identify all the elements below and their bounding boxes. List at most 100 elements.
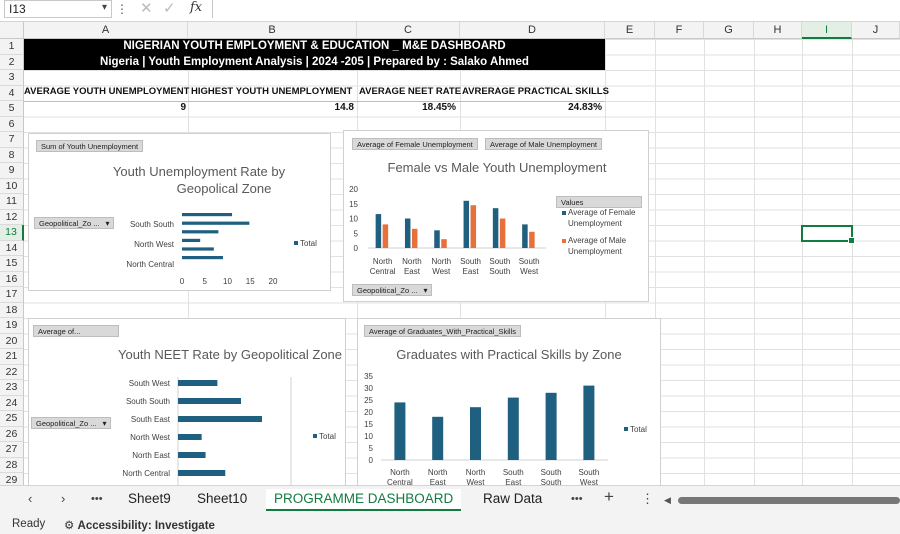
chart-practical-skills[interactable]: Average of Graduates_With_Practical_Skil… [357,318,661,488]
row-header-7[interactable]: 7 [0,132,24,148]
chart-2-legend-label: Average of Female [568,208,636,217]
more-sheets-left-button[interactable]: ••• [91,493,103,505]
chart-2-bar [499,218,506,248]
column-header-J[interactable]: J [852,22,900,39]
more-sheets-right-button[interactable]: ••• [571,493,583,505]
chart-1-x-tick: 10 [223,277,232,286]
sheet-options-icon[interactable]: ⋮ [641,491,654,507]
cancel-icon[interactable]: ✕ [140,0,153,17]
chart-2-category-label: South [489,267,510,276]
row-header-12[interactable]: 12 [0,209,24,225]
chart-1-legend-label: Total [300,239,317,248]
chart-2-category-label: North [402,257,422,266]
row-header-13[interactable]: 13 [0,225,24,241]
name-box[interactable]: I13 ▾ [4,0,112,18]
row-header-23[interactable]: 23 [0,380,24,396]
chart-1-bar [182,247,214,251]
prev-sheet-icon[interactable]: ‹ [28,491,32,506]
row-header-26[interactable]: 26 [0,426,24,442]
kpi-practical-skills-value: 24.83% [568,102,602,113]
row-header-8[interactable]: 8 [0,147,24,163]
more-icon[interactable]: ⋮ [116,2,128,16]
row-header-22[interactable]: 22 [0,364,24,380]
chart-2-legend-swatch [562,211,566,215]
chart-3-category-label: North East [132,451,171,460]
column-header-D[interactable]: D [460,22,605,39]
selected-cell-I13[interactable] [801,225,855,244]
add-sheet-button[interactable]: + [604,487,614,507]
column-header-I[interactable]: I [802,22,852,39]
column-header-B[interactable]: B [188,22,357,39]
column-header-G[interactable]: G [704,22,754,39]
row-header-16[interactable]: 16 [0,271,24,287]
row-header-15[interactable]: 15 [0,256,24,272]
name-box-value: I13 [9,2,26,16]
row-header-19[interactable]: 19 [0,318,24,334]
row-header-25[interactable]: 25 [0,411,24,427]
accessibility-status[interactable]: ⚙ Accessibility: Investigate [64,518,215,532]
row-header-11[interactable]: 11 [0,194,24,210]
row-header-24[interactable]: 24 [0,395,24,411]
row-header-4[interactable]: 4 [0,85,24,101]
formula-input[interactable] [212,0,900,18]
chart-3-category-label: North Central [122,469,170,478]
row-header-28[interactable]: 28 [0,457,24,473]
row-header-14[interactable]: 14 [0,240,24,256]
chart-3-category-label: North West [130,433,171,442]
chart-female-vs-male[interactable]: Average of Female Unemployment Average o… [343,130,649,302]
row-header-18[interactable]: 18 [0,302,24,318]
row-header-10[interactable]: 10 [0,178,24,194]
row-header-9[interactable]: 9 [0,163,24,179]
row-header-1[interactable]: 1 [0,39,24,55]
select-all-corner[interactable] [0,22,24,39]
chart-2-bar [529,231,535,248]
chart-4-plot: Graduates with Practical Skills by Zone 0… [364,347,647,487]
kpi-highest-unemployment-label: HIGHEST YOUTH UNEMPLOYMENT [191,86,353,97]
chart-4-category-label: South [503,468,524,477]
enter-check-icon[interactable]: ✓ [163,0,176,17]
chart-2-y-tick: 15 [349,200,358,209]
kpi-neet-rate-value: 18.45% [422,102,456,113]
row-header-5[interactable]: 5 [0,101,24,117]
chart-2-y-tick: 10 [349,215,358,224]
chart-3-category-label: South East [131,415,171,424]
chart-4-bar [545,392,557,460]
chart-1-title-line1: Youth Unemployment Rate by [113,164,286,179]
column-header-F[interactable]: F [655,22,704,39]
column-header-C[interactable]: C [357,22,460,39]
row-header-6[interactable]: 6 [0,116,24,132]
column-header-E[interactable]: E [605,22,655,39]
next-sheet-icon[interactable]: › [61,491,65,506]
chevron-down-icon[interactable]: ▾ [102,2,107,13]
row-header-20[interactable]: 20 [0,333,24,349]
chart-3-bar [178,380,218,386]
scrollbar-thumb[interactable] [678,497,900,504]
scroll-left-icon[interactable]: ◀ [664,495,671,506]
chart-2-category-label: East [404,267,421,276]
column-header-A[interactable]: A [24,22,188,39]
row-header-17[interactable]: 17 [0,287,24,303]
chart-3-bar [178,470,226,476]
row-header-27[interactable]: 27 [0,442,24,458]
chart-neet-rate[interactable]: Average of... Geopolitical_Zo ... Youth … [28,318,346,489]
chart-3-bar [178,416,262,422]
chart-4-bar [394,402,406,460]
insert-function-button[interactable]: fx [190,0,202,15]
chart-4-legend-label: Total [630,425,647,434]
sheet-tab-raw-data[interactable]: Raw Data [475,489,550,511]
chart-1-bar [182,230,219,234]
chart-youth-unemployment[interactable]: Sum of Youth Unemployment Geopolitical_Z… [28,133,331,291]
chart-2-title: Female vs Male Youth Unemployment [388,160,607,175]
chart-2-bar [434,230,440,248]
column-header-H[interactable]: H [754,22,802,39]
row-header-2[interactable]: 2 [0,54,24,70]
chart-1-x-tick: 15 [246,277,255,286]
horizontal-scrollbar[interactable]: ◀ [664,495,900,505]
row-header-3[interactable]: 3 [0,70,24,86]
formula-bar: I13 ▾ ⋮ ✕ ✓ fx [0,0,900,22]
sheet-tab-sheet10[interactable]: Sheet10 [189,489,255,511]
accessibility-text: Accessibility: Investigate [77,520,215,532]
row-header-21[interactable]: 21 [0,349,24,365]
sheet-tab-programme-dashboard[interactable]: PROGRAMME DASHBOARD [266,489,462,511]
sheet-tab-sheet9[interactable]: Sheet9 [120,489,179,511]
